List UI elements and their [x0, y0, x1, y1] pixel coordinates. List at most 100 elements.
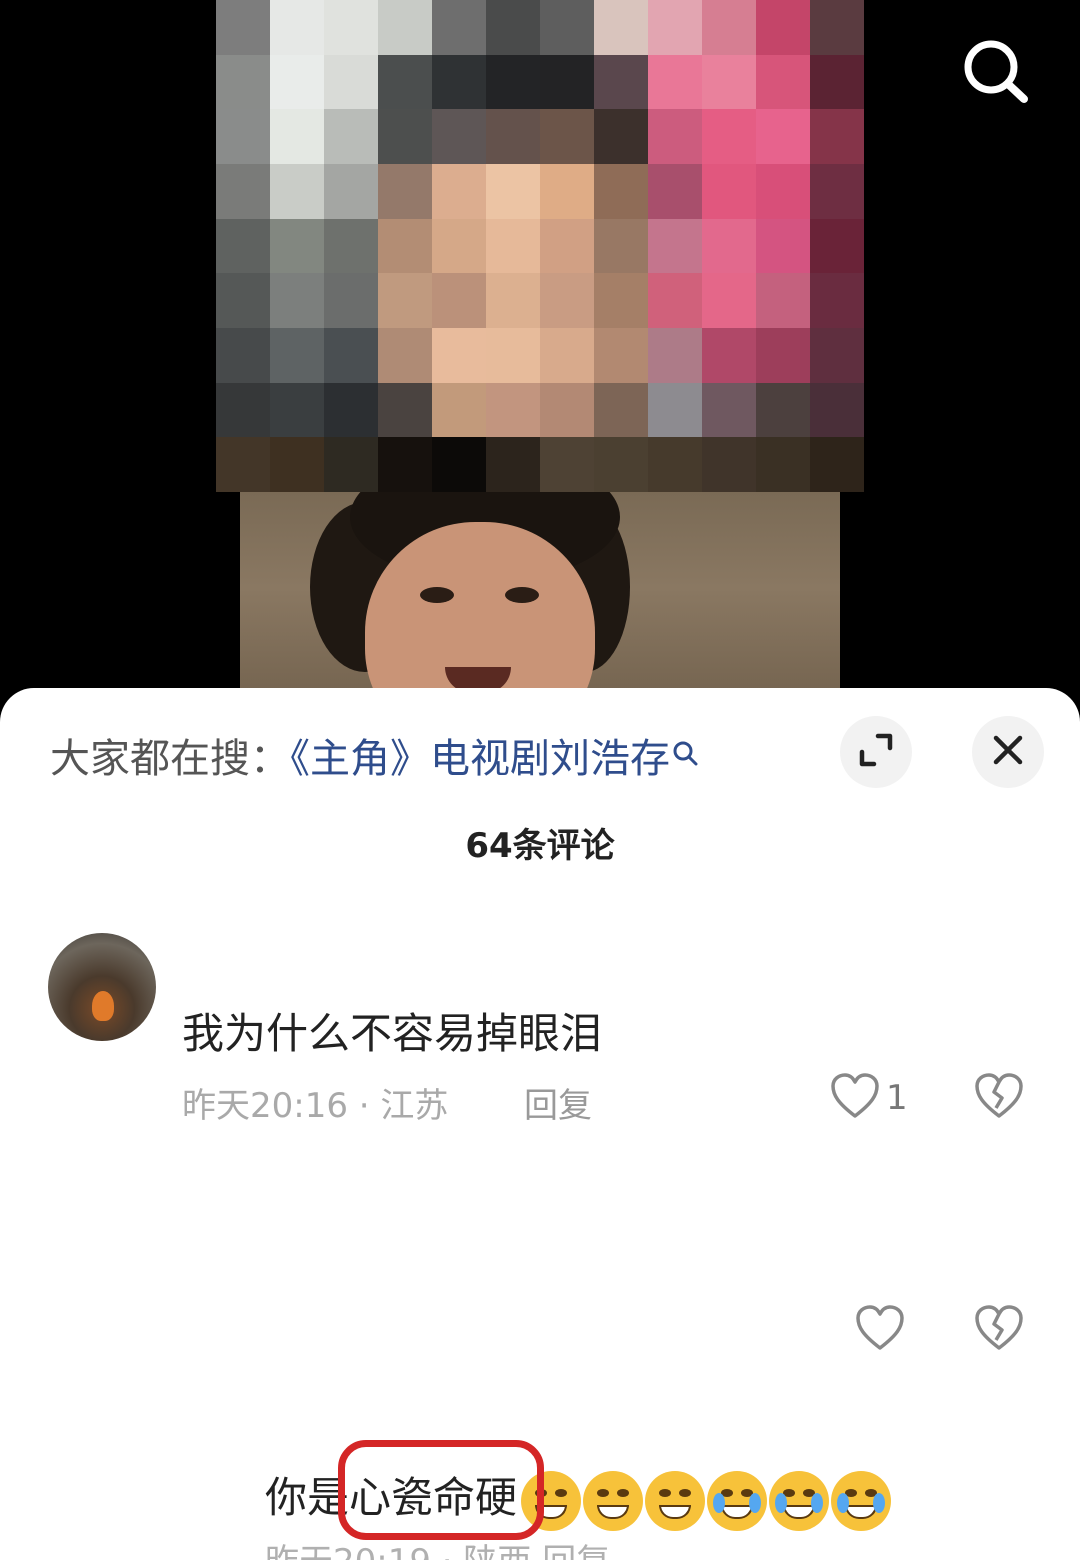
reply-button[interactable]: 回复	[524, 1078, 592, 1127]
mosaic-cell	[756, 327, 810, 383]
mosaic-cell	[216, 163, 270, 219]
mosaic-cell	[486, 437, 540, 492]
mosaic-cell	[324, 109, 378, 164]
like-count: 1	[886, 1078, 908, 1118]
mosaic-cell	[378, 327, 432, 383]
mosaic-cell	[432, 327, 486, 383]
mosaic-cell	[486, 218, 540, 274]
close-button[interactable]	[972, 716, 1044, 788]
comment-meta: 昨天20:19 · 陕西 回复	[265, 1534, 610, 1560]
mosaic-cell	[432, 54, 486, 110]
mosaic-cell	[378, 109, 432, 164]
mosaic-cell	[594, 109, 648, 164]
mosaic-cell	[270, 54, 324, 110]
mosaic-cell	[702, 0, 756, 55]
mosaic-cell	[702, 327, 756, 383]
mosaic-cell	[216, 382, 270, 438]
mosaic-cell	[810, 0, 864, 55]
mosaic-cell	[324, 273, 378, 328]
mosaic-cell	[270, 0, 324, 55]
mosaic-cell	[540, 327, 594, 383]
mosaic-cell	[756, 109, 810, 164]
mosaic-cell	[216, 218, 270, 274]
mosaic-cell	[324, 327, 378, 383]
expand-button[interactable]	[840, 716, 912, 788]
emoji-row	[521, 1470, 892, 1531]
mosaic-cell	[216, 109, 270, 164]
mosaic-cell	[594, 273, 648, 328]
mosaic-cell	[756, 273, 810, 328]
close-icon	[991, 733, 1025, 771]
mosaic-cell	[540, 163, 594, 219]
mosaic-cell	[378, 382, 432, 438]
mosaic-cell	[540, 382, 594, 438]
hot-search-link[interactable]: 《主角》电视剧刘浩存	[290, 736, 670, 782]
mosaic-cell	[540, 109, 594, 164]
mosaic-cell	[324, 0, 378, 55]
mosaic-cell	[756, 0, 810, 55]
mosaic-cell	[324, 218, 378, 274]
expand-icon	[856, 730, 896, 774]
mosaic-cell	[432, 218, 486, 274]
mosaic-cell	[378, 0, 432, 55]
mosaic-cell	[594, 382, 648, 438]
mosaic-cell	[648, 218, 702, 274]
dislike-button[interactable]	[974, 1072, 1024, 1124]
mosaic-cell	[702, 54, 756, 110]
mosaic-cell	[648, 273, 702, 328]
mosaic-cell	[486, 0, 540, 55]
mosaic-cell	[540, 218, 594, 274]
mosaic-cell	[756, 382, 810, 438]
mosaic-cell	[378, 273, 432, 328]
crying-emoji-icon	[769, 1470, 830, 1531]
mosaic-cell	[216, 54, 270, 110]
broken-heart-icon	[974, 1073, 1024, 1124]
mosaic-cell	[810, 218, 864, 274]
mosaic-cell	[648, 327, 702, 383]
mosaic-cell	[540, 273, 594, 328]
sweat-grin-emoji-icon	[583, 1470, 644, 1531]
mosaic-cell	[270, 382, 324, 438]
mosaic-cell	[270, 437, 324, 492]
mosaic-cell	[486, 109, 540, 164]
mosaic-cell	[324, 54, 378, 110]
broken-heart-icon	[974, 1305, 1024, 1356]
mosaic-cell	[756, 218, 810, 274]
mosaic-cell	[648, 382, 702, 438]
mosaic-cell	[810, 382, 864, 438]
mosaic-cell	[702, 218, 756, 274]
mosaic-cell	[810, 327, 864, 383]
mosaic-cell	[810, 273, 864, 328]
mosaic-cell	[270, 273, 324, 328]
mosaic-cell	[594, 0, 648, 55]
mosaic-cell	[216, 437, 270, 492]
like-button[interactable]	[855, 1304, 905, 1356]
small-search-icon	[672, 730, 698, 776]
hot-search-bar[interactable]: 大家都在搜：《主角》电视剧刘浩存	[50, 726, 698, 784]
mosaic-cell	[432, 382, 486, 438]
mosaic-cell	[756, 437, 810, 492]
mosaic-cell	[432, 437, 486, 492]
mosaic-cell	[324, 382, 378, 438]
mosaic-cell	[486, 163, 540, 219]
comment-meta: 昨天20:16 · 江苏	[182, 1086, 449, 1126]
mosaic-cell	[702, 273, 756, 328]
mosaic-cell	[432, 273, 486, 328]
dislike-button[interactable]	[974, 1304, 1024, 1356]
mosaic-cell	[216, 327, 270, 383]
mosaic-cell	[810, 437, 864, 492]
pixelated-face	[216, 0, 864, 492]
search-button[interactable]	[958, 36, 1038, 106]
mosaic-cell	[702, 382, 756, 438]
sweat-grin-emoji-icon	[645, 1470, 706, 1531]
mosaic-cell	[216, 0, 270, 55]
mosaic-cell	[432, 0, 486, 55]
mosaic-cell	[594, 327, 648, 383]
like-button[interactable]	[830, 1072, 880, 1124]
comment-text-prefix: 你是	[265, 1473, 350, 1522]
video-player[interactable]	[0, 0, 1080, 720]
mosaic-cell	[648, 0, 702, 55]
mosaic-cell	[540, 437, 594, 492]
avatar[interactable]	[48, 933, 156, 1041]
mosaic-cell	[702, 163, 756, 219]
